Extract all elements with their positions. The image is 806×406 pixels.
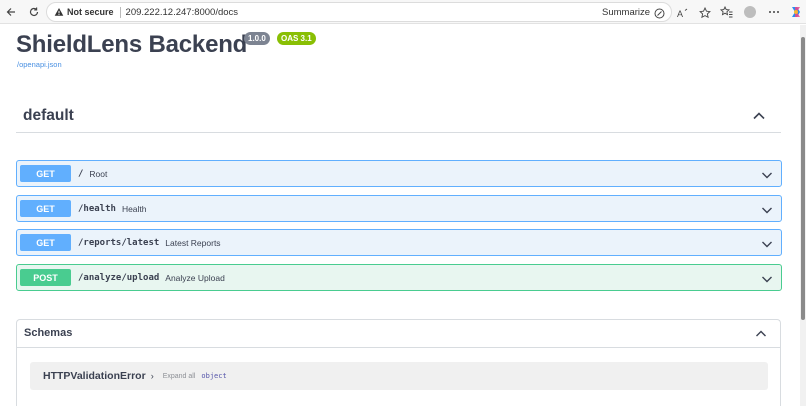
operation-path: /analyze/upload xyxy=(78,272,160,283)
more-options-icon[interactable] xyxy=(766,4,782,20)
operation-get-root[interactable]: GET / Root xyxy=(16,160,782,187)
oas-badge: OAS 3.1 xyxy=(277,32,316,45)
openapi-json-link[interactable]: /openapi.json xyxy=(17,60,62,69)
operation-get-reports-latest[interactable]: GET /reports/latest Latest Reports xyxy=(16,229,782,256)
summarize-button[interactable]: Summarize xyxy=(602,7,650,18)
expand-all-link[interactable]: Expand all xyxy=(163,373,196,380)
favorite-star-icon[interactable] xyxy=(699,7,711,19)
chevron-down-icon[interactable] xyxy=(761,272,773,284)
operation-summary: Health xyxy=(121,203,147,214)
method-badge-get: GET xyxy=(20,165,71,182)
operation-summary: Root xyxy=(89,168,108,179)
favorites-icon[interactable] xyxy=(718,4,734,20)
method-badge-get: GET xyxy=(20,200,71,217)
url-text[interactable]: 209.222.12.247:8000/docs xyxy=(126,7,239,18)
method-badge-get: GET xyxy=(20,234,71,251)
schemas-title[interactable]: Schemas xyxy=(24,327,72,339)
method-badge-post: POST xyxy=(20,269,71,286)
page-title: ShieldLens Backend xyxy=(16,31,248,58)
schema-model-row[interactable]: HTTPValidationError › Expand all object xyxy=(30,362,768,390)
schemas-divider xyxy=(17,347,780,348)
section-title: default xyxy=(23,107,74,124)
operation-path: / xyxy=(78,168,84,179)
operation-summary: Latest Reports xyxy=(165,237,221,248)
operation-path: /reports/latest xyxy=(78,237,160,248)
chevron-up-icon[interactable] xyxy=(752,109,766,123)
page-scrollbar[interactable] xyxy=(800,25,806,406)
copilot-icon[interactable] xyxy=(788,4,804,20)
chevron-down-icon[interactable] xyxy=(761,203,773,215)
warning-icon xyxy=(54,7,64,17)
chevron-down-icon[interactable] xyxy=(761,168,773,180)
chevron-up-icon[interactable] xyxy=(755,327,767,339)
model-type: object xyxy=(201,372,227,380)
reload-icon[interactable] xyxy=(25,3,43,21)
operation-post-analyze-upload[interactable]: POST /analyze/upload Analyze Upload xyxy=(16,264,782,291)
operation-path: /health xyxy=(78,203,116,214)
back-icon[interactable] xyxy=(2,3,20,21)
model-name[interactable]: HTTPValidationError xyxy=(43,370,146,382)
version-badge: 1.0.0 xyxy=(244,32,270,45)
expand-arrow-icon[interactable]: › xyxy=(151,371,154,381)
scrollbar-thumb[interactable] xyxy=(801,37,805,320)
operation-summary: Analyze Upload xyxy=(165,272,225,283)
schemas-section: Schemas HTTPValidationError › Expand all… xyxy=(16,319,781,406)
chevron-down-icon[interactable] xyxy=(761,237,773,249)
default-section-header[interactable]: default xyxy=(16,99,781,133)
copilot-summarize-icon[interactable] xyxy=(653,7,665,19)
browser-toolbar: Not secure 209.222.12.247:8000/docs Summ… xyxy=(0,0,806,24)
svg-text:A: A xyxy=(677,9,683,19)
read-aloud-icon[interactable]: A xyxy=(677,7,689,19)
not-secure-label[interactable]: Not secure xyxy=(67,7,114,17)
operation-get-health[interactable]: GET /health Health xyxy=(16,195,782,222)
address-divider xyxy=(119,6,121,18)
profile-avatar[interactable] xyxy=(744,6,756,18)
address-bar[interactable]: Not secure 209.222.12.247:8000/docs Summ… xyxy=(46,2,711,22)
